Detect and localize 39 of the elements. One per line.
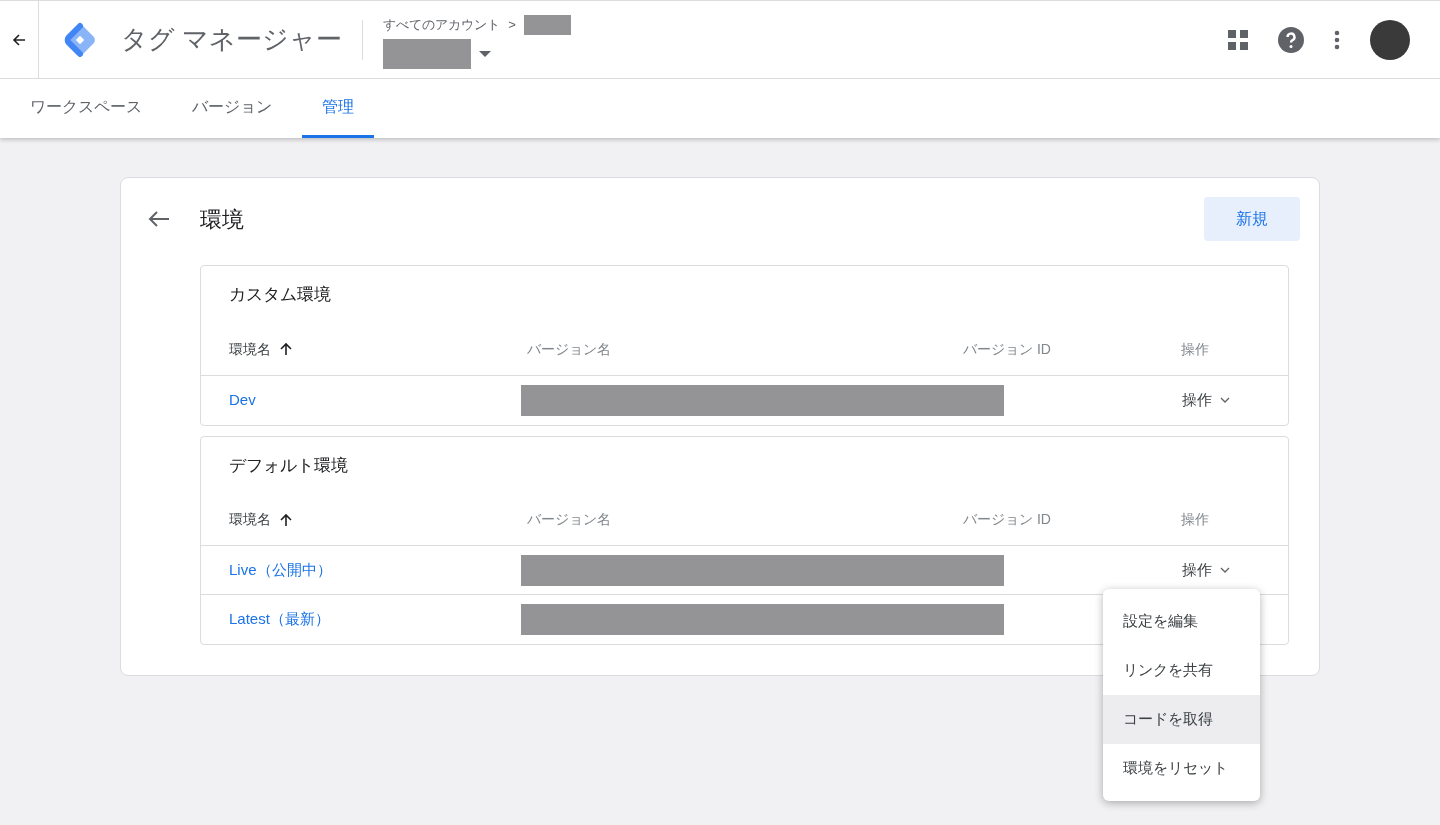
menu-item[interactable]: コードを取得	[1103, 694, 1260, 744]
section-title: カスタム環境	[228, 284, 332, 306]
column-header[interactable]: 環境名	[229, 509, 271, 530]
page-title: 環境	[200, 205, 244, 234]
help-icon[interactable]	[1278, 26, 1304, 53]
column-header[interactable]: 環境名	[229, 338, 271, 360]
nav-tab[interactable]: バージョン	[172, 79, 292, 138]
chevron-down-icon	[1220, 567, 1230, 573]
section-title: デフォルト環境	[228, 454, 349, 477]
sort-arrow-icon[interactable]	[279, 512, 293, 527]
environment-link[interactable]: Live（公開中）	[229, 558, 521, 582]
actions-dropdown[interactable]: 操作	[1182, 558, 1230, 582]
avatar[interactable]	[1370, 19, 1410, 60]
breadcrumb-link[interactable]: すべてのアカウント	[383, 14, 501, 35]
sort-arrow-icon[interactable]	[279, 342, 293, 356]
column-header: 操作	[1181, 510, 1209, 529]
menu-item[interactable]: 設定を編集	[1103, 596, 1260, 646]
chevron-down-icon	[1220, 397, 1230, 403]
apps-grid-icon[interactable]	[1228, 29, 1248, 50]
breadcrumb-separator: >	[508, 15, 516, 34]
menu-item[interactable]: リンクを共有	[1103, 645, 1260, 695]
actions-dropdown[interactable]: 操作	[1182, 388, 1230, 412]
environment-link[interactable]: Latest（最新）	[229, 608, 521, 631]
column-header: バージョン ID	[963, 339, 1051, 359]
nav-tab[interactable]: ワークスペース	[10, 79, 162, 138]
column-header: バージョン ID	[963, 510, 1051, 529]
more-vertical-icon[interactable]	[1334, 29, 1340, 50]
new-button[interactable]: 新規	[1204, 197, 1300, 241]
menu-item[interactable]: 環境をリセット	[1103, 743, 1260, 793]
back-arrow-icon[interactable]	[148, 210, 170, 228]
redacted-block	[523, 14, 571, 35]
dropdown-triangle-icon[interactable]	[479, 50, 492, 57]
environment-link[interactable]: Dev	[229, 388, 521, 412]
app-title: タグ マネージャー	[121, 23, 343, 56]
column-header: バージョン名	[527, 339, 611, 359]
column-header: 操作	[1181, 339, 1209, 359]
nav-tab[interactable]: 管理	[302, 79, 374, 138]
column-header: バージョン名	[527, 510, 611, 529]
back-arrow-icon	[12, 32, 26, 47]
